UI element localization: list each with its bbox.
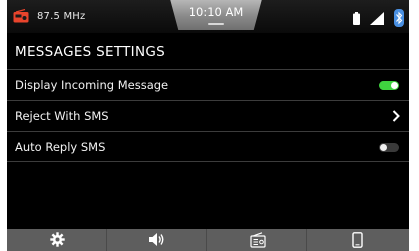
clock: 10:10 AM	[188, 5, 244, 19]
volume-icon	[149, 233, 164, 246]
setting-label: Reject With SMS	[15, 109, 109, 123]
setting-auto-reply-sms[interactable]: Auto Reply SMS	[7, 131, 409, 162]
toggle-knob	[380, 144, 387, 151]
status-bar: 87.5 MHz 10:10 AM	[7, 0, 409, 33]
toggle-knob	[391, 82, 398, 89]
nav-volume[interactable]	[107, 229, 207, 251]
nav-radio[interactable]	[207, 229, 307, 251]
page-title: MESSAGES SETTINGS	[15, 44, 165, 60]
display-incoming-message-toggle[interactable]	[379, 81, 399, 90]
clock-pulldown-tab[interactable]: 10:10 AM	[170, 0, 262, 30]
bottom-nav-bar	[7, 229, 409, 251]
settings-gear-icon	[50, 232, 65, 247]
pulldown-handle	[208, 23, 224, 25]
chevron-right-icon	[392, 110, 400, 122]
setting-reject-with-sms[interactable]: Reject With SMS	[7, 100, 409, 131]
radio-icon	[13, 9, 29, 23]
setting-label: Display Incoming Message	[15, 78, 169, 92]
head-unit-screen: 87.5 MHz 10:10 AM MESSAGES SETTINGS Disp…	[7, 0, 409, 251]
nav-phone[interactable]	[307, 229, 409, 251]
auto-reply-sms-toggle[interactable]	[379, 143, 399, 152]
phone-icon	[352, 232, 363, 248]
setting-display-incoming-message[interactable]: Display Incoming Message	[7, 69, 409, 100]
radio-frequency: 87.5 MHz	[37, 11, 86, 22]
setting-label: Auto Reply SMS	[15, 140, 106, 154]
battery-icon	[353, 12, 360, 25]
signal-icon	[370, 12, 384, 25]
radio-tuner-icon	[250, 232, 266, 248]
nav-settings[interactable]	[7, 229, 107, 251]
bluetooth-icon	[394, 9, 404, 27]
